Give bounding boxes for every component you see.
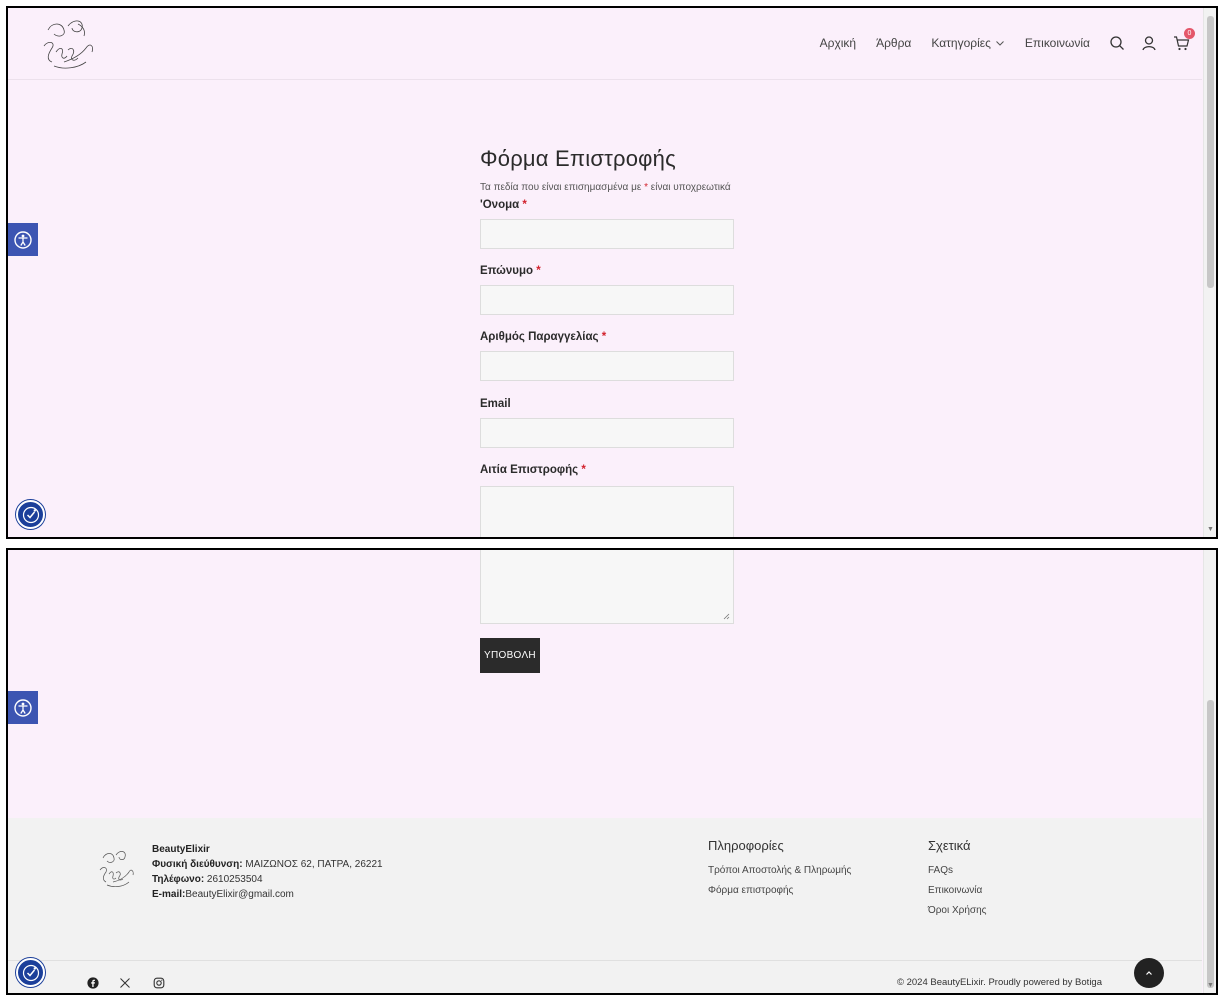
email-label: Email [480, 398, 511, 410]
account-button[interactable] [1140, 34, 1158, 52]
copyright-text: © 2024 BeautyELixir. Proudly powered by … [896, 977, 1102, 988]
accessibility-widget-button-2[interactable] [16, 958, 45, 987]
footer-contact-info: BeautyElixir Φυσική διεύθυνση: ΜΑΙΖΩΝΟΣ … [152, 842, 383, 902]
accessibility-icon [14, 698, 32, 717]
first-name-label: 'Ονομα * [480, 199, 527, 211]
footer-email: E-mail:BeautyElixir@gmail.com [152, 889, 294, 900]
viewport-bottom: ΥΠΟΒΟΛΗ BeautyElixir Φυσική διεύθυνση: Μ… [6, 548, 1218, 995]
order-number-label: Αριθμός Παραγγελίας * [480, 331, 607, 343]
page-title: Φόρμα Επιστροφής [480, 146, 676, 171]
order-number-input[interactable] [480, 351, 734, 381]
footer-link-terms[interactable]: Όροι Χρήσης [928, 905, 986, 916]
footer-col-info-heading: Πληροφορίες [708, 838, 784, 853]
nav-item-categories[interactable]: Κατηγορίες [931, 36, 1005, 50]
x-icon [120, 978, 130, 988]
accessibility-toggle-button-2[interactable] [8, 691, 38, 724]
email-input[interactable] [480, 418, 734, 448]
resize-grip-icon [723, 613, 730, 620]
cart-count-badge: 0 [1184, 28, 1195, 39]
accessibility-icon [14, 230, 32, 249]
nav-item-contact[interactable]: Επικοινωνία [1025, 36, 1090, 50]
footer-divider [8, 960, 1202, 961]
footer-brand: BeautyElixir [152, 844, 210, 855]
viewport-top: Αρχική Άρθρα Κατηγορίες Επικοινωνία 0 Φό… [6, 6, 1218, 539]
submit-button[interactable]: ΥΠΟΒΟΛΗ [480, 638, 540, 673]
footer-logo[interactable] [94, 848, 140, 892]
email-field: Email [480, 398, 734, 448]
chevron-down-icon [996, 41, 1004, 46]
accessibility-widget-button[interactable] [16, 500, 45, 529]
accessibility-toggle-button[interactable] [8, 223, 38, 256]
order-number-field: Αριθμός Παραγγελίας * [480, 331, 734, 381]
footer-link-contact[interactable]: Επικοινωνία [928, 885, 986, 896]
scrollbar[interactable]: ▼ [1203, 8, 1216, 537]
footer-address: Φυσική διεύθυνση: ΜΑΙΖΩΝΟΣ 62, ΠΑΤΡΑ, 26… [152, 859, 383, 870]
return-reason-textarea-top[interactable] [480, 486, 734, 537]
cart-button[interactable]: 0 [1172, 28, 1195, 52]
site-header: Αρχική Άρθρα Κατηγορίες Επικοινωνία 0 [8, 8, 1202, 80]
chevron-up-icon [1146, 971, 1152, 975]
facebook-link[interactable] [86, 976, 100, 990]
last-name-input[interactable] [480, 285, 734, 315]
scrollbar-thumb-2[interactable] [1207, 700, 1214, 988]
scroll-down-arrow[interactable]: ▼ [1207, 526, 1214, 534]
footer-col-info: Πληροφορίες Τρόποι Αποστολής & Πληρωμής … [708, 838, 851, 905]
main-nav: Αρχική Άρθρα Κατηγορίες Επικοινωνία 0 [820, 28, 1195, 52]
return-reason-field: Αιτία Επιστροφής * [480, 464, 586, 476]
footer-link-return-form[interactable]: Φόρμα επιστροφής [708, 885, 851, 896]
footer-link-faqs[interactable]: FAQs [928, 865, 986, 876]
search-button[interactable] [1108, 34, 1126, 52]
return-form: Φόρμα Επιστροφής Τα πεδία που είναι επισ… [480, 146, 780, 193]
scroll-down-arrow-2[interactable]: ▼ [1207, 982, 1214, 990]
last-name-field: Επώνυμο * [480, 265, 734, 315]
return-reason-textarea[interactable] [480, 550, 734, 624]
return-reason-label: Αιτία Επιστροφής * [480, 464, 586, 476]
first-name-field: 'Ονομα * [480, 199, 734, 249]
back-to-top-button[interactable] [1134, 958, 1164, 988]
nav-item-home[interactable]: Αρχική [820, 36, 856, 50]
footer-col-about-heading: Σχετικά [928, 838, 971, 853]
user-icon [1142, 36, 1156, 51]
search-icon [1110, 36, 1124, 50]
first-name-input[interactable] [480, 219, 734, 249]
x-link[interactable] [118, 976, 132, 990]
footer-col-about: Σχετικά FAQs Επικοινωνία Όροι Χρήσης [928, 838, 986, 925]
accessibility-hand-icon [22, 506, 39, 523]
facebook-icon [87, 977, 99, 989]
site-logo[interactable] [34, 16, 106, 74]
site-footer: BeautyElixir Φυσική διεύθυνση: ΜΑΙΖΩΝΟΣ … [8, 818, 1202, 993]
footer-phone: Τηλέφωνο: 2610253504 [152, 874, 263, 885]
accessibility-hand-icon [22, 964, 39, 981]
required-fields-note: Τα πεδία που είναι επισημασμένα με * είν… [480, 182, 731, 193]
instagram-icon [153, 977, 165, 989]
scrollbar-2[interactable]: ▼ [1203, 550, 1216, 993]
instagram-link[interactable] [152, 976, 166, 990]
last-name-label: Επώνυμο * [480, 265, 541, 277]
footer-link-shipping-payment[interactable]: Τρόποι Αποστολής & Πληρωμής [708, 865, 851, 876]
scrollbar-thumb[interactable] [1207, 16, 1214, 288]
nav-item-articles[interactable]: Άρθρα [876, 36, 911, 50]
